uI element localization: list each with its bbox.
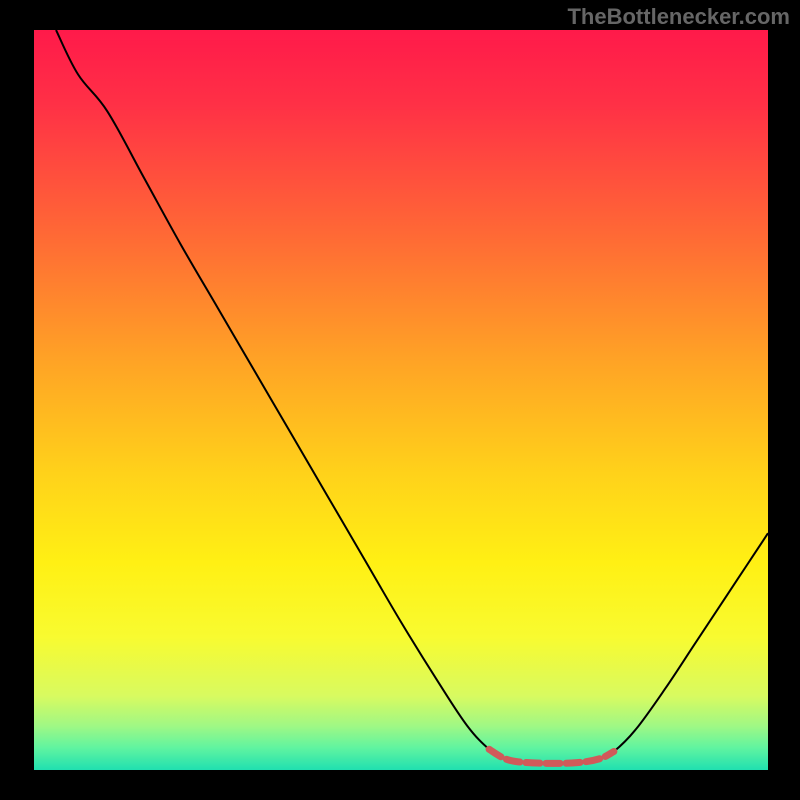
chart-plot: [0, 0, 800, 800]
watermark-text: TheBottlenecker.com: [567, 4, 790, 30]
chart-container: TheBottlenecker.com: [0, 0, 800, 800]
plot-area: [34, 30, 768, 770]
